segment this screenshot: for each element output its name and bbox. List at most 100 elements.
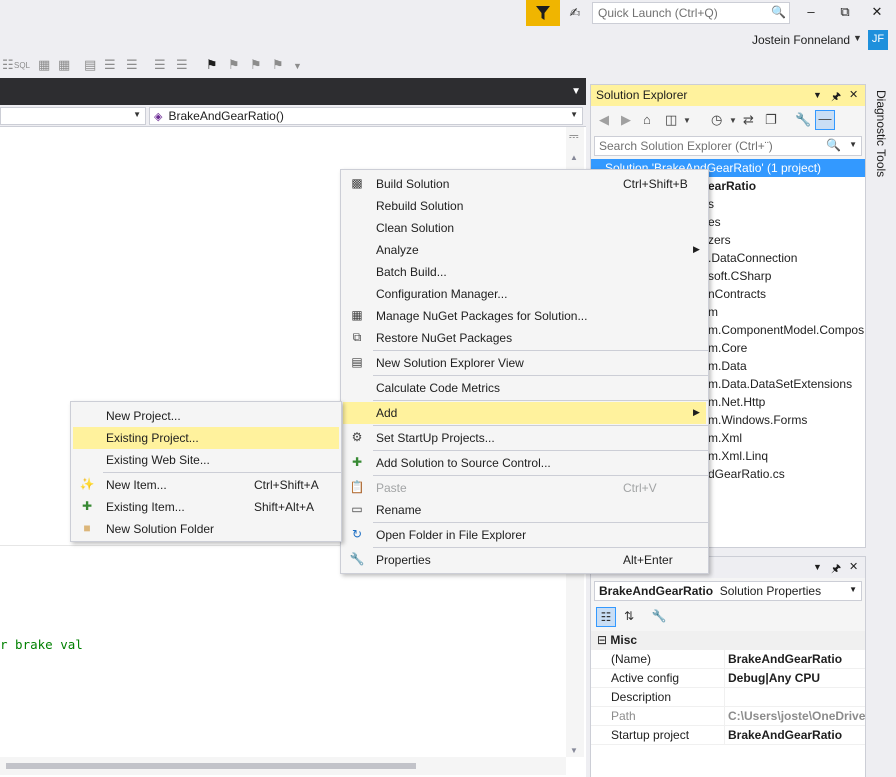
split-icon[interactable]: ⎓ <box>569 129 579 144</box>
solution-explorer-search-input[interactable]: Search Solution Explorer (Ctrl+¨) 🔍 ▼ <box>594 136 862 156</box>
align-icon[interactable]: ☰ <box>104 57 116 73</box>
solution-explorer-title-bar[interactable]: Solution Explorer ▼ 🖈 ✕ <box>591 85 865 106</box>
menu-item-calculate-code-metrics[interactable]: Calculate Code Metrics <box>343 377 706 399</box>
solution-context-menu: ▩ Build Solution Ctrl+Shift+B Rebuild So… <box>340 169 709 574</box>
menu-item-analyze[interactable]: Analyze ▶ <box>343 239 706 261</box>
menu-item-new-item[interactable]: ✨ New Item... Ctrl+Shift+A <box>73 474 339 496</box>
menu-item-clean-solution[interactable]: Clean Solution <box>343 217 706 239</box>
chevron-down-icon[interactable]: ▼ <box>849 140 857 149</box>
menu-item-new-solution-explorer-view[interactable]: ▤ New Solution Explorer View <box>343 352 706 374</box>
menu-separator <box>373 522 708 523</box>
property-row[interactable]: Description <box>591 688 865 707</box>
window-position-icon[interactable]: ▼ <box>813 562 822 572</box>
menu-item-rename[interactable]: ▭ Rename <box>343 499 706 521</box>
type-dropdown[interactable]: ▼ <box>0 107 146 125</box>
window-position-icon[interactable]: ▼ <box>813 90 822 100</box>
avatar[interactable]: JF <box>868 30 888 50</box>
menu-item-configuration-manager[interactable]: Configuration Manager... <box>343 283 706 305</box>
menu-item-open-folder[interactable]: ↻ Open Folder in File Explorer <box>343 524 706 546</box>
property-row[interactable]: Startup project BrakeAndGearRatio <box>591 726 865 745</box>
property-row[interactable]: Active config Debug|Any CPU <box>591 669 865 688</box>
chevron-down-icon[interactable]: ▼ <box>853 33 862 43</box>
object-selector[interactable]: BrakeAndGearRatio Solution Properties ▼ <box>594 581 862 601</box>
menu-item-new-project[interactable]: New Project... <box>73 405 339 427</box>
grid-icon[interactable]: ▦ <box>58 57 70 73</box>
source-control-icon: ✚ <box>351 455 363 469</box>
menu-item-existing-item[interactable]: ✚ Existing Item... Shift+Alt+A <box>73 496 339 518</box>
category-row[interactable]: ⊟ Misc <box>591 631 865 650</box>
back-icon[interactable]: ◀ <box>599 112 609 128</box>
close-icon[interactable]: ✕ <box>849 560 858 573</box>
scroll-thumb[interactable] <box>6 763 416 769</box>
comment-icon[interactable]: ☰ <box>154 57 166 73</box>
prev-bookmark-icon[interactable]: ⚑ <box>228 57 240 73</box>
scroll-up-icon[interactable]: ▲ <box>570 153 578 162</box>
property-row[interactable]: (Name) BrakeAndGearRatio <box>591 650 865 669</box>
preview-icon[interactable]: — <box>815 110 835 130</box>
minimize-button[interactable]: – <box>800 4 822 22</box>
diagnostic-tools-tab[interactable]: Diagnostic Tools <box>874 90 888 177</box>
categorized-icon[interactable]: ☷ <box>596 607 616 627</box>
quick-launch-input[interactable]: Quick Launch (Ctrl+Q) 🔍 <box>592 2 790 24</box>
table-icon[interactable]: ▦ <box>38 57 50 73</box>
bookmark-icon[interactable]: ⚑ <box>206 57 218 73</box>
pin-icon[interactable]: 🖈 <box>831 88 841 107</box>
chevron-down-icon[interactable]: ▼ <box>683 116 691 125</box>
restore-button[interactable]: ⧉ <box>834 4 856 22</box>
property-value[interactable]: C:\Users\joste\OneDrive <box>726 707 865 726</box>
menu-item-build-solution[interactable]: ▩ Build Solution Ctrl+Shift+B <box>343 173 706 195</box>
sql-icon[interactable]: ☷ <box>2 57 14 73</box>
sync-icon[interactable]: ⇄ <box>743 112 754 128</box>
notifications-filter-button[interactable] <box>526 0 560 26</box>
tab-overflow-icon[interactable]: ▼ <box>571 86 581 97</box>
close-icon[interactable]: ✕ <box>849 88 858 101</box>
property-value[interactable]: BrakeAndGearRatio <box>726 650 865 669</box>
rename-icon: ▭ <box>351 502 363 516</box>
member-dropdown[interactable]: ◈ BrakeAndGearRatio() ▼ <box>149 107 583 125</box>
standard-toolbar: ☷ SQL ▦ ▦ ▤ ☰ ☰ ☰ ☰ ⚑ ⚑ ⚑ ⚑ ▼ <box>0 52 896 79</box>
chevron-down-icon[interactable]: ▼ <box>729 116 737 125</box>
property-value[interactable] <box>726 688 865 707</box>
menu-item-properties[interactable]: 🔧 Properties Alt+Enter <box>343 549 706 571</box>
results-icon[interactable]: ▤ <box>84 57 96 73</box>
uncomment-icon[interactable]: ☰ <box>176 57 188 73</box>
wrench-icon[interactable]: 🔧 <box>795 112 811 128</box>
menu-item-existing-project[interactable]: Existing Project... <box>73 427 339 449</box>
horizontal-scrollbar[interactable] <box>0 757 566 775</box>
category-label: Misc <box>610 633 638 647</box>
code-comment[interactable]: r brake val <box>0 637 83 652</box>
menu-item-new-solution-folder[interactable]: ■ New Solution Folder <box>73 518 339 540</box>
menu-item-label: New Item... <box>106 478 167 492</box>
menu-item-label: Existing Project... <box>106 431 199 445</box>
quick-launch-placeholder: Quick Launch (Ctrl+Q) <box>598 6 718 20</box>
property-value[interactable]: Debug|Any CPU <box>726 669 865 688</box>
views-icon[interactable]: ◫ <box>665 112 677 128</box>
menu-item-manage-nuget[interactable]: ▦ Manage NuGet Packages for Solution... <box>343 305 706 327</box>
menu-item-existing-web-site[interactable]: Existing Web Site... <box>73 449 339 471</box>
close-window-button[interactable]: ✕ <box>866 4 888 22</box>
pin-icon[interactable]: 🖈 <box>831 560 841 579</box>
collapse-icon[interactable]: ⊟ <box>597 633 607 647</box>
property-value[interactable]: BrakeAndGearRatio <box>726 726 865 745</box>
user-name[interactable]: Jostein Fonneland <box>752 33 850 47</box>
menu-item-rebuild-solution[interactable]: Rebuild Solution <box>343 195 706 217</box>
forward-icon[interactable]: ▶ <box>621 112 631 128</box>
menu-item-set-startup-projects[interactable]: ⚙ Set StartUp Projects... <box>343 427 706 449</box>
menu-item-restore-nuget[interactable]: ⧉ Restore NuGet Packages <box>343 327 706 349</box>
alphabetical-icon[interactable]: ⇅ <box>619 607 639 627</box>
home-icon[interactable]: ⌂ <box>643 112 651 127</box>
clear-bookmarks-icon[interactable]: ⚑ <box>272 57 284 73</box>
property-row[interactable]: Path C:\Users\joste\OneDrive <box>591 707 865 726</box>
menu-item-add[interactable]: Add ▶ <box>343 402 706 424</box>
toolbar-overflow-icon[interactable]: ▼ <box>293 61 302 71</box>
menu-item-batch-build[interactable]: Batch Build... <box>343 261 706 283</box>
property-pages-icon[interactable]: 🔧 <box>649 607 669 627</box>
text-icon[interactable]: ☰ <box>126 57 138 73</box>
menu-item-add-to-source-control[interactable]: ✚ Add Solution to Source Control... <box>343 452 706 474</box>
next-bookmark-icon[interactable]: ⚑ <box>250 57 262 73</box>
pending-changes-icon[interactable]: ◷ <box>711 112 722 128</box>
feedback-button[interactable]: ✍ <box>564 2 586 24</box>
scroll-down-icon[interactable]: ▼ <box>570 746 578 755</box>
collapse-all-icon[interactable]: ❐ <box>765 112 777 128</box>
menu-item-paste[interactable]: 📋 Paste Ctrl+V <box>343 477 706 499</box>
